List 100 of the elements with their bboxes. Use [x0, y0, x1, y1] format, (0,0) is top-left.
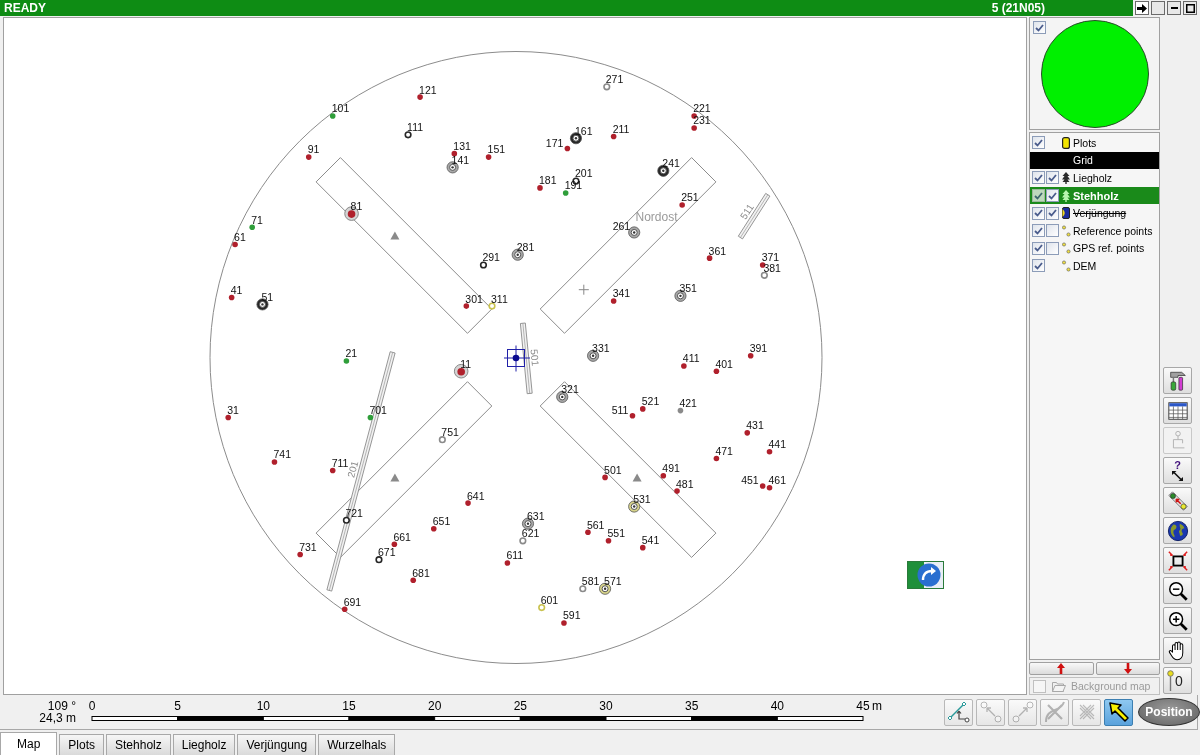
move-down-button[interactable] [1095, 662, 1160, 675]
tree-number: 441 [768, 438, 787, 451]
layer-checkbox[interactable] [1046, 189, 1059, 203]
tab[interactable]: Verjüngung [237, 734, 317, 755]
position-button[interactable]: Position [1138, 698, 1200, 726]
blank-button[interactable] [1151, 1, 1165, 15]
select-button[interactable] [1104, 698, 1133, 726]
layer-checkbox[interactable] [1032, 224, 1045, 238]
zoom-in-icon [1166, 609, 1189, 632]
polyline-icon [946, 700, 971, 724]
forward-button[interactable] [1135, 1, 1149, 15]
tree-number: 231 [693, 114, 711, 127]
layer-name: Liegholz [1073, 172, 1113, 184]
tree-number: 411 [682, 352, 700, 365]
plot-id: 5 (21N05) [991, 1, 1045, 15]
tree-number: 321 [561, 383, 579, 396]
zoom-out-button[interactable] [1163, 577, 1192, 604]
layer-checkbox[interactable] [1046, 171, 1059, 185]
tree-number: 191 [564, 179, 583, 192]
scale-label: 5 [174, 699, 181, 713]
tree-number: 71 [251, 213, 263, 226]
layer-row[interactable]: Plots [1030, 134, 1159, 152]
globe-icon [1166, 519, 1189, 542]
tree-number: 641 [467, 489, 485, 502]
layer-checkbox[interactable] [1046, 206, 1059, 220]
tree-number: 21 [345, 347, 358, 360]
tree-number: 511 [611, 403, 629, 416]
measure-button[interactable] [1163, 487, 1192, 514]
layer-row[interactable]: Reference points [1030, 221, 1159, 240]
arrow-cursor-icon [1106, 700, 1131, 724]
tree-number: 531 [633, 492, 651, 505]
layer-checkbox[interactable] [1032, 241, 1045, 255]
zoom-extent-button[interactable] [1163, 547, 1192, 574]
dots-icon [1061, 259, 1071, 272]
tree-number: 461 [768, 474, 787, 487]
tree-number: 251 [681, 191, 699, 204]
layer-checkbox[interactable] [1046, 224, 1059, 238]
tree-number: 561 [586, 518, 605, 531]
tree-number: 751 [441, 426, 459, 439]
layer-row[interactable]: Liegholz [1030, 169, 1159, 187]
overview-checkbox[interactable] [1033, 21, 1046, 34]
scale-label: 30 [599, 699, 613, 713]
layer-row[interactable]: GPS ref. points [1030, 239, 1159, 258]
pin-button[interactable]: 0 [1163, 667, 1192, 694]
tree-number: 521 [641, 395, 660, 408]
minimize-button[interactable] [1167, 1, 1181, 15]
line-tool-icon [1166, 489, 1189, 512]
tab[interactable]: Plots [59, 734, 105, 755]
checkmark-icon [1034, 138, 1043, 147]
layer-checkbox[interactable] [1032, 171, 1045, 185]
tree-number: 91 [307, 143, 320, 156]
layer-name: Reference points [1073, 224, 1153, 237]
draw-line-button[interactable] [944, 698, 973, 726]
rounded-rectangle-icon [1062, 136, 1070, 149]
curved-arrow-button[interactable] [907, 561, 944, 589]
nodes-arrow-icon [978, 700, 1003, 724]
tree-number: 671 [377, 546, 396, 559]
plus-marker-icon [578, 284, 590, 296]
scale-label: 20 [428, 699, 442, 713]
layer-checkbox[interactable] [1032, 136, 1045, 150]
tab[interactable]: Wurzelhals [318, 734, 396, 755]
fit-extent-icon [1166, 549, 1189, 572]
zoom-in-button[interactable] [1163, 607, 1192, 634]
tab[interactable]: Liegholz [172, 734, 236, 755]
scale-label: 35 [685, 699, 699, 713]
move-up-button[interactable] [1029, 662, 1094, 675]
layer-checkbox[interactable] [1032, 206, 1045, 220]
tree-number: 351 [679, 282, 697, 295]
tree-number: 111 [407, 121, 424, 134]
scale-label: 25 [513, 699, 527, 713]
pan-button[interactable] [1163, 637, 1192, 664]
tree-number: 201 [574, 167, 593, 180]
layer-row[interactable]: Stehholz [1030, 186, 1159, 205]
layer-row[interactable]: Grid [1030, 151, 1159, 170]
tree-number: 741 [273, 448, 291, 461]
help-button[interactable]: ? [1163, 457, 1192, 484]
layer-row[interactable]: Verjüngung [1030, 204, 1159, 222]
tab[interactable]: Map [0, 732, 58, 755]
layer-row[interactable]: DEM [1030, 257, 1159, 275]
maximize-button[interactable] [1183, 1, 1197, 15]
globe-button[interactable] [1163, 517, 1192, 544]
table-button[interactable] [1163, 397, 1192, 424]
background-map-label: Background map [1071, 680, 1151, 692]
scale-label: 45 [856, 699, 870, 713]
tree-ring-icon [628, 226, 641, 239]
layer-name: Stehholz [1073, 189, 1119, 202]
tree-number: 41 [230, 283, 243, 296]
diagonal-arrow-icon [1172, 471, 1183, 481]
tools-button[interactable] [1163, 367, 1192, 394]
maximize-icon [1185, 3, 1195, 13]
checkmark-icon [1035, 23, 1044, 32]
tree-number: 151 [487, 143, 506, 156]
tree-number: 431 [746, 419, 764, 432]
tab[interactable]: Stehholz [106, 734, 171, 755]
zoom-out-icon [1166, 579, 1189, 602]
layer-name: GPS ref. points [1073, 242, 1145, 255]
layer-checkbox[interactable] [1046, 241, 1059, 255]
layer-checkbox[interactable] [1032, 259, 1045, 273]
nodes-arrow-icon [1010, 700, 1035, 724]
tree-number: 601 [540, 594, 559, 606]
